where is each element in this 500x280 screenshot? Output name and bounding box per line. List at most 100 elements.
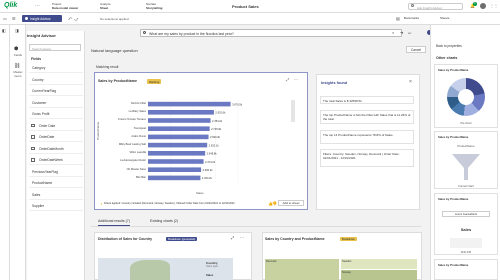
tab-additional-results[interactable]: Additional results (7) <box>98 219 130 226</box>
insights-title: Insights found <box>321 81 348 85</box>
panel-toggle-icon[interactable]: ◧ <box>2 28 6 33</box>
nav-narrate[interactable]: Narrate Storytelling <box>146 2 163 10</box>
map-legend-sales: Sales <box>206 273 214 277</box>
map-legend-sub: Sales layer <box>206 265 219 268</box>
expand-icon[interactable]: ⤢ <box>286 77 289 82</box>
field-item[interactable]: Category <box>29 63 83 73</box>
selection-forward-icon[interactable]: ⤻ <box>74 16 78 21</box>
bar[interactable] <box>148 134 209 140</box>
ask-insight-advisor-input[interactable]: Ask Insight Advisor <box>408 3 463 10</box>
bar[interactable] <box>148 167 202 172</box>
nav-analyze-name: Sheet <box>100 6 109 10</box>
category-label: Wilco Lasuilla <box>129 151 146 155</box>
bar[interactable] <box>148 110 214 115</box>
nlq-search-input[interactable]: What are my sales by product in the Nord… <box>140 29 402 37</box>
layout-icon[interactable]: ▭ <box>3 16 7 21</box>
field-item[interactable]: Country <box>29 75 83 85</box>
rp-card-title: Sales by ProductName <box>438 135 469 139</box>
bar[interactable] <box>148 142 208 148</box>
category-label: Lucklemargate Rustic <box>120 159 146 163</box>
treemap-cell[interactable]: Denmark <box>265 259 339 280</box>
bar-chart: 3.670.5k 2.932.6k 2.784.2k 2.745.9k 2.699.3k… <box>148 100 243 182</box>
expand-icon[interactable]: ⤢ <box>231 235 234 240</box>
rp-card-caption: Funnel chart <box>458 184 474 188</box>
back-to-properties-link[interactable]: Back to properties <box>436 44 462 48</box>
insight-item: The top 14 ProductName represents 78.8% … <box>320 130 414 144</box>
field-item[interactable]: OrderDateMonth <box>29 144 83 154</box>
rp-card-caption: Multi KPI <box>460 251 472 254</box>
field-item[interactable]: PreviousYearFlag <box>29 167 83 177</box>
fields-tab-label[interactable]: Fields <box>10 53 26 57</box>
selection-back-icon[interactable]: ⤺ <box>68 16 72 21</box>
bar[interactable] <box>148 175 201 181</box>
clear-icon[interactable]: × <box>392 30 394 35</box>
data-label: 2.548.8k <box>207 152 218 156</box>
pie-hole <box>458 89 474 105</box>
nav-analyze[interactable]: Analyze Sheet <box>100 2 111 10</box>
treemap: Denmark Sweden Norway <box>265 259 417 280</box>
calendar-icon <box>31 158 35 162</box>
bar[interactable] <box>148 118 211 123</box>
category-label: Bits Ban <box>135 175 146 179</box>
insight-advisor-icon <box>25 16 28 20</box>
qlik-logo[interactable]: Qlik <box>4 2 17 9</box>
data-label: 2.474.2k <box>205 160 216 164</box>
thumbs-down-icon[interactable]: 👎 <box>272 201 277 206</box>
close-icon[interactable]: × <box>409 79 412 85</box>
panel-title: Insight Advisor <box>27 33 56 38</box>
panel-collapse-icon[interactable]: ◨ <box>15 28 19 33</box>
funnel-chart <box>452 154 480 180</box>
card-title: Distribution of Sales for Country <box>98 237 153 241</box>
cancel-button[interactable]: Cancel <box>406 46 426 53</box>
bookmarks-button[interactable]: Bookmarks <box>404 16 419 20</box>
search-assets-input[interactable]: Search assets <box>29 44 81 51</box>
rp-card-title: Sales by ProductName <box>438 68 469 72</box>
data-label: 2.745.9k <box>211 127 222 131</box>
field-item[interactable]: Sales <box>29 190 83 200</box>
bar[interactable] <box>148 159 204 164</box>
category-label: Toursipeel <box>133 126 146 130</box>
bar[interactable] <box>148 126 210 131</box>
list-icon[interactable]: ☰ <box>12 16 16 21</box>
apps-grid-icon[interactable]: ⋮⋮ <box>490 3 498 9</box>
language-select[interactable]: en <box>408 31 411 35</box>
field-item[interactable]: ProductName <box>29 178 83 188</box>
bookmark-icon[interactable]: ▤ <box>396 16 400 21</box>
field-item[interactable]: Order Date <box>29 121 83 131</box>
field-item[interactable]: Gross Profit <box>29 109 83 119</box>
master-items-icon[interactable]: ⛓ <box>14 63 20 69</box>
treemap-cell[interactable]: Norway <box>341 270 417 280</box>
section-title: Natural language question <box>91 48 138 53</box>
add-to-sheet-button[interactable]: Add to sheet <box>278 200 304 206</box>
insight-advisor-button[interactable]: Insight Advisor <box>22 15 62 22</box>
breakdown-badge: Breakdown <box>340 237 357 241</box>
fields-icon[interactable]: ⬢ <box>14 46 18 52</box>
calendar-icon <box>31 146 35 151</box>
more-options-icon[interactable]: ⋯ <box>294 77 298 82</box>
sheets-button[interactable]: Sheets <box>440 16 449 20</box>
field-item[interactable]: OrderDateWeek <box>29 155 83 165</box>
field-item[interactable]: OrderDate <box>29 132 83 142</box>
field-item[interactable]: Customer <box>29 98 83 108</box>
field-item[interactable]: CurrentYearFlag <box>29 86 83 96</box>
filter-icon: ▼ <box>100 201 103 206</box>
bar[interactable] <box>148 151 206 156</box>
treemap-cell[interactable]: Sweden <box>341 259 417 269</box>
calendar-icon <box>31 123 35 128</box>
tab-existing-charts[interactable]: Existing charts (2) <box>150 219 178 223</box>
bar[interactable] <box>148 101 231 107</box>
kpi-filter-chip[interactable]: Lemm Jeansefterts <box>442 211 490 217</box>
sheet-title[interactable]: Product Sales <box>232 4 259 9</box>
master-items-tab-label[interactable]: Master items <box>10 70 26 78</box>
insight-item: The top ProductName is Mozzie Fillet wit… <box>320 110 414 124</box>
left-rail <box>0 25 10 280</box>
chart-scrollbar[interactable] <box>291 100 295 122</box>
more-options-icon[interactable]: ⋯ <box>240 235 244 240</box>
avatar[interactable] <box>480 3 486 9</box>
funnel-inner-label: ProductName <box>457 144 475 148</box>
more-menu-icon[interactable]: ⋯ <box>35 3 40 9</box>
matching-result-label: Matching result <box>96 65 119 69</box>
nav-project[interactable]: Project Data model viewer <box>52 2 78 10</box>
field-item[interactable]: Supplier <box>29 201 83 211</box>
submit-arrow-icon[interactable]: ➜ <box>400 30 403 35</box>
